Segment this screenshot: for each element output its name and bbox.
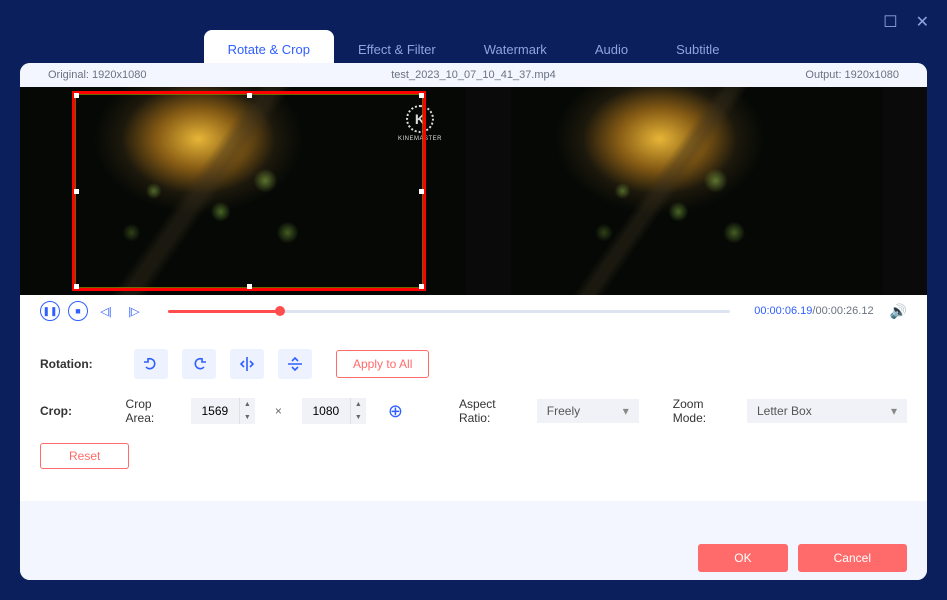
zoom-mode-label: Zoom Mode: [673, 397, 733, 425]
volume-icon[interactable]: 🔊 [890, 303, 907, 320]
output-resolution: Output: 1920x1080 [805, 69, 899, 81]
ok-button[interactable]: OK [698, 544, 787, 572]
zoom-mode-dropdown[interactable]: Letter Box [747, 399, 907, 423]
flip-vertical-button[interactable] [278, 349, 312, 379]
crop-height-input[interactable] [302, 398, 350, 424]
controls-area: Rotation: Apply to All Crop: Crop Area: … [20, 327, 927, 501]
apply-to-all-button[interactable]: Apply to All [336, 350, 429, 378]
crop-width-spinner[interactable]: ▲▼ [239, 398, 255, 424]
reset-button[interactable]: Reset [40, 443, 129, 469]
rotate-left-button[interactable] [134, 349, 168, 379]
cancel-button[interactable]: Cancel [798, 544, 907, 572]
next-frame-button[interactable]: |▷ [124, 301, 144, 321]
rotation-row: Rotation: Apply to All [40, 349, 907, 379]
rotation-label: Rotation: [40, 357, 120, 371]
footer-bar: OK Cancel [20, 536, 927, 580]
aspect-ratio-label: Aspect Ratio: [459, 397, 523, 425]
crop-row: Crop: Crop Area: ▲▼ × ▲▼ ⊕ Aspect Ratio:… [40, 397, 907, 425]
stop-button[interactable]: ■ [68, 301, 88, 321]
crosshair-icon[interactable]: ⊕ [388, 401, 403, 422]
info-bar: Original: 1920x1080 test_2023_10_07_10_4… [20, 63, 927, 87]
output-preview [466, 87, 927, 295]
aspect-ratio-dropdown[interactable]: Freely [537, 399, 639, 423]
kinemaster-watermark: K KINEMASTER [398, 105, 442, 142]
prev-frame-button[interactable]: ◁| [96, 301, 116, 321]
crop-area-label: Crop Area: [126, 397, 177, 425]
crop-width-input[interactable] [191, 398, 239, 424]
original-resolution: Original: 1920x1080 [48, 69, 146, 81]
preview-row: K KINEMASTER [20, 87, 927, 295]
reset-row: Reset [40, 443, 907, 469]
filename-label: test_2023_10_07_10_41_37.mp4 [391, 69, 556, 81]
close-button[interactable]: ✕ [916, 12, 929, 32]
timeline-thumb[interactable] [275, 306, 285, 316]
crop-label: Crop: [40, 404, 112, 418]
flip-horizontal-button[interactable] [230, 349, 264, 379]
times-symbol: × [275, 404, 282, 418]
rotate-right-button[interactable] [182, 349, 216, 379]
main-panel: Original: 1920x1080 test_2023_10_07_10_4… [20, 63, 927, 580]
source-preview[interactable]: K KINEMASTER [20, 87, 466, 295]
time-display: 00:00:06.19/00:00:26.12 [754, 305, 873, 317]
crop-height-spinner[interactable]: ▲▼ [350, 398, 366, 424]
maximize-button[interactable]: ☐ [883, 12, 897, 32]
pause-button[interactable]: ❚❚ [40, 301, 60, 321]
playback-bar: ❚❚ ■ ◁| |▷ 00:00:06.19/00:00:26.12 🔊 [20, 295, 927, 327]
timeline-slider[interactable] [168, 310, 730, 313]
